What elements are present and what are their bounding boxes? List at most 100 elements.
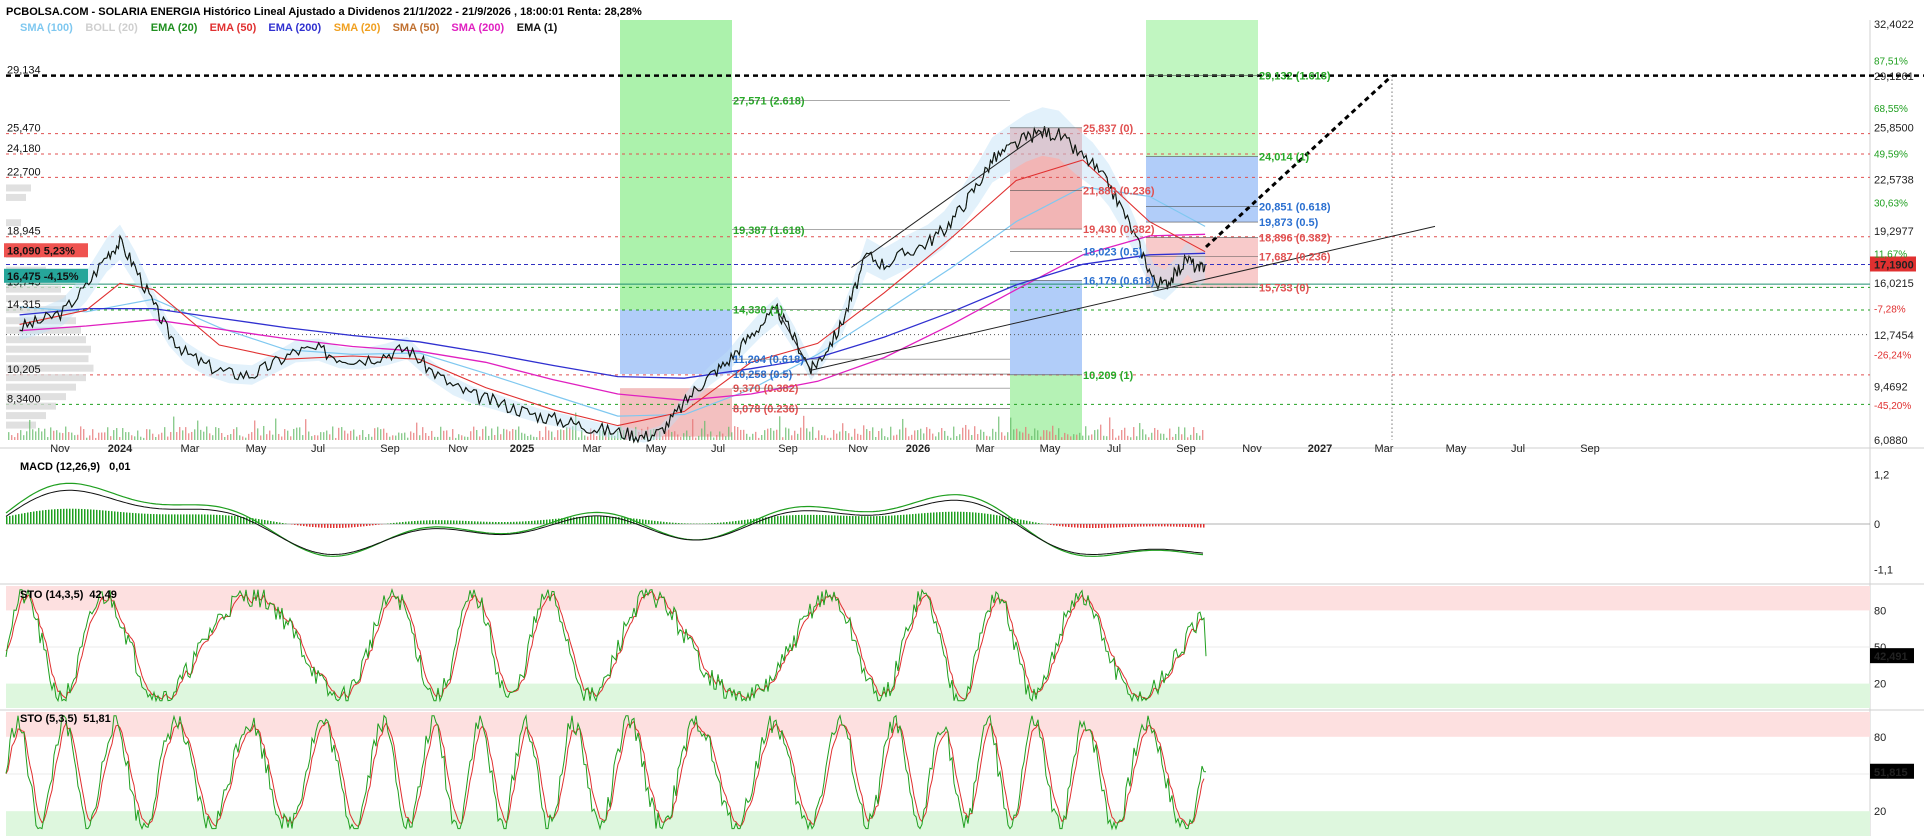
volume-bar <box>200 429 202 440</box>
volume-bar <box>995 431 997 440</box>
fib-label: 10,209 (1) <box>1083 370 1133 382</box>
macd-histogram-bar <box>1134 524 1136 527</box>
x-tick-label: Jul <box>311 443 325 455</box>
macd-histogram-bar <box>1155 524 1157 527</box>
macd-histogram-bar <box>1068 524 1070 528</box>
fib-label: 11,204 (0.618) <box>733 354 804 366</box>
volume-bar <box>1055 434 1057 440</box>
volume-bar <box>227 434 229 440</box>
fib-label: 20,851 (0.618) <box>1259 202 1331 214</box>
macd-y-label: 0 <box>1874 519 1880 531</box>
macd-histogram-bar <box>477 521 479 524</box>
chart-header: PCBOLSA.COM - SOLARIA ENERGIA Histórico … <box>6 6 642 18</box>
macd-histogram-bar <box>90 509 92 524</box>
macd-histogram-bar <box>954 511 956 524</box>
macd-histogram-bar <box>534 520 536 524</box>
macd-histogram-bar <box>1113 524 1115 528</box>
volume-bar <box>323 432 325 440</box>
volume-profile-bar <box>6 193 26 201</box>
macd-histogram-bar <box>675 522 677 524</box>
macd-histogram-bar <box>867 516 869 524</box>
volume-bar <box>143 437 145 440</box>
sto-5-panel: 80 20 51,815 <box>5 712 1914 836</box>
volume-bar <box>887 437 889 440</box>
sto-14-panel: 80502042,491 <box>5 586 1914 708</box>
macd-histogram-bar <box>609 516 611 524</box>
volume-bar <box>992 428 994 440</box>
volume-bar <box>686 430 688 440</box>
volume-bar <box>482 428 484 440</box>
macd-histogram-bar <box>591 516 593 524</box>
macd-histogram-bar <box>366 524 368 527</box>
macd-histogram-bar <box>363 524 365 527</box>
volume-bar <box>554 437 556 440</box>
macd-histogram-bar <box>858 516 860 524</box>
oversold-zone <box>6 683 1870 708</box>
volume-bar <box>842 423 844 440</box>
volume-bar <box>287 430 289 440</box>
volume-bar <box>62 433 64 440</box>
volume-bar <box>713 437 715 440</box>
macd-histogram-bar <box>648 520 650 524</box>
macd-histogram-bar <box>1173 524 1175 527</box>
volume-bar <box>506 429 508 440</box>
macd-histogram-bar <box>345 524 347 528</box>
volume-bar <box>185 427 187 440</box>
macd-histogram-bar <box>399 522 401 524</box>
volume-bar <box>1184 427 1186 440</box>
fib-label: 18,023 (0.5) <box>1083 246 1143 258</box>
macd-histogram-bar <box>9 515 11 524</box>
macd-histogram-bar <box>153 514 155 524</box>
macd-histogram-bar <box>474 521 476 524</box>
volume-bar <box>53 430 55 440</box>
volume-bar <box>965 424 967 440</box>
macd-histogram-bar <box>21 513 23 524</box>
volume-bar <box>854 428 856 440</box>
volume-bar <box>872 427 874 440</box>
volume-bar <box>413 432 415 440</box>
volume-bar <box>983 431 985 440</box>
macd-histogram-bar <box>111 511 113 524</box>
macd-histogram-bar <box>948 511 950 524</box>
volume-bar <box>908 436 910 440</box>
left-level-label: 24,180 <box>7 143 41 155</box>
volume-bar <box>1004 435 1006 440</box>
volume-bar <box>1181 434 1183 440</box>
macd-histogram-bar <box>351 524 353 528</box>
macd-histogram-bar <box>471 521 473 524</box>
volume-bar <box>356 436 358 440</box>
macd-histogram-bar <box>987 513 989 524</box>
volume-bar <box>236 427 238 440</box>
volume-bar <box>443 430 445 440</box>
volume-bar <box>1139 423 1141 440</box>
fib-zone-green-3 <box>1146 20 1258 157</box>
macd-histogram-bar <box>900 514 902 524</box>
macd-histogram-bar <box>246 517 248 524</box>
volume-bar <box>509 431 511 440</box>
macd-histogram-bar <box>237 516 239 524</box>
macd-histogram-bar <box>459 520 461 524</box>
volume-bar <box>1064 432 1066 440</box>
volume-bar <box>317 435 319 440</box>
volume-bar <box>221 432 223 440</box>
fib-label: 17,687 (0.236) <box>1259 252 1331 264</box>
volume-bar <box>1046 430 1048 440</box>
volume-bar <box>407 437 409 440</box>
macd-histogram-bar <box>567 517 569 524</box>
macd-histogram-bar <box>1161 524 1163 527</box>
macd-histogram-bar <box>318 524 320 528</box>
macd-histogram-bar <box>972 512 974 524</box>
macd-histogram-bar <box>1107 524 1109 528</box>
macd-histogram-bar <box>495 521 497 524</box>
volume-bar <box>1025 426 1027 440</box>
macd-histogram-bar <box>603 516 605 524</box>
macd-histogram-bar <box>1182 524 1184 527</box>
macd-histogram-bar <box>1092 524 1094 528</box>
volume-bar <box>377 427 379 440</box>
macd-histogram-bar <box>1023 520 1025 524</box>
indicator-legend: SMA (100) BOLL (20) EMA (20) EMA (50) EMA (2… <box>20 22 558 34</box>
x-tick-label: Jul <box>1107 443 1121 455</box>
volume-bar <box>785 427 787 440</box>
volume-bar <box>956 436 958 440</box>
volume-bar <box>1151 432 1153 440</box>
